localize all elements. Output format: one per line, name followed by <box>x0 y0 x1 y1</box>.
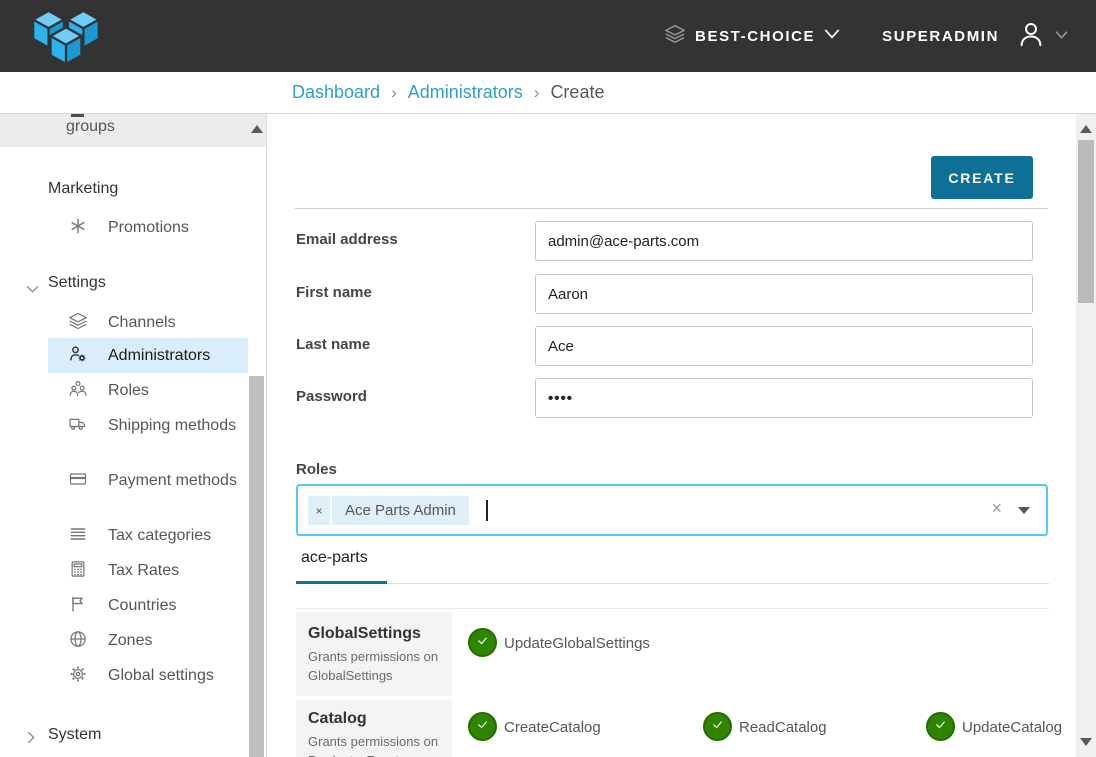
nav-section-system[interactable]: System <box>48 726 101 744</box>
role-chip-label: Ace Parts Admin <box>332 496 469 525</box>
nav-section-settings[interactable]: Settings <box>48 274 106 292</box>
first-name-field[interactable] <box>535 274 1033 314</box>
sidebar-item-customer-groups[interactable]: groups <box>0 114 266 147</box>
truck-icon <box>68 414 88 434</box>
role-chip: × Ace Parts Admin <box>308 496 469 525</box>
person-icon <box>1016 19 1046 54</box>
scrollbar-thumb[interactable] <box>1078 140 1094 303</box>
roles-select[interactable]: × Ace Parts Admin × <box>296 484 1048 536</box>
permissions-top-border <box>296 608 1049 609</box>
top-bar: BEST-CHOICE SUPERADMIN <box>0 0 1096 72</box>
chevron-down-icon <box>1055 27 1068 45</box>
nav-section-marketing: Marketing <box>48 180 118 198</box>
toggle-updateglobalsettings[interactable] <box>468 628 497 657</box>
first-name-label: First name <box>296 284 516 301</box>
sidebar-item-payment-methods[interactable]: Payment methods <box>48 463 248 498</box>
sidebar-item-countries[interactable]: Countries <box>48 588 248 623</box>
channel-switcher[interactable]: BEST-CHOICE <box>664 23 840 50</box>
credit-card-icon <box>68 469 88 489</box>
breadcrumb-dashboard[interactable]: Dashboard <box>292 82 380 103</box>
sidebar-item-roles[interactable]: Roles <box>48 373 248 408</box>
chevron-down-icon <box>824 27 840 45</box>
sidebar-item-tax-categories[interactable]: Tax categories <box>48 518 248 553</box>
sidebar-nav: groups Marketing Promotions Settings Cha… <box>0 114 267 757</box>
tab-baseline <box>296 583 1049 584</box>
sidebar-item-administrators[interactable]: Administrators <box>48 338 248 373</box>
toggle-createcatalog[interactable] <box>468 712 497 741</box>
check-icon <box>710 717 725 737</box>
permission-group-header: GlobalSettings Grants permissions on Glo… <box>296 612 452 696</box>
channel-name: BEST-CHOICE <box>695 28 815 45</box>
asterisk-icon <box>68 216 88 236</box>
main-scrollbar <box>1076 114 1096 757</box>
toggle-label: CreateCatalog <box>504 719 601 736</box>
calculator-icon <box>68 559 88 579</box>
roles-label: Roles <box>296 461 337 478</box>
sidebar-item-channels[interactable]: Channels <box>48 305 248 340</box>
check-icon <box>475 717 490 737</box>
toggle-label: UpdateGlobalSettings <box>504 635 650 652</box>
toggle-updatecatalog[interactable] <box>926 712 955 741</box>
sidebar-item-zones[interactable]: Zones <box>48 623 248 658</box>
clear-selection-icon[interactable]: × <box>991 498 1002 519</box>
toggle-label: ReadCatalog <box>739 719 827 736</box>
scroll-up-arrow[interactable] <box>1080 125 1092 133</box>
cog-icon <box>68 664 88 684</box>
globe-icon <box>68 629 88 649</box>
password-field[interactable] <box>535 378 1033 418</box>
email-field[interactable] <box>535 221 1033 261</box>
check-icon <box>933 717 948 737</box>
toggle-readcatalog[interactable] <box>703 712 732 741</box>
check-icon <box>475 633 490 653</box>
text-cursor <box>486 500 488 521</box>
user-name: SUPERADMIN <box>882 28 999 45</box>
breadcrumb-administrators[interactable]: Administrators <box>408 82 523 103</box>
list-icon <box>68 524 88 544</box>
last-name-label: Last name <box>296 336 516 353</box>
breadcrumb-separator: › <box>391 83 397 103</box>
sidebar-item-global-settings[interactable]: Global settings <box>48 658 248 693</box>
user-menu[interactable]: SUPERADMIN <box>882 19 1068 54</box>
chevron-right-icon <box>26 731 36 749</box>
sidebar-item-shipping-methods[interactable]: Shipping methods <box>48 408 248 443</box>
scrollbar-thumb[interactable] <box>249 376 264 757</box>
last-name-field[interactable] <box>535 326 1033 366</box>
dropdown-caret-icon[interactable] <box>1018 507 1030 514</box>
remove-chip-icon[interactable]: × <box>308 496 330 525</box>
users-icon <box>71 114 84 117</box>
flag-icon <box>68 594 88 614</box>
create-button[interactable]: CREATE <box>931 156 1033 199</box>
sidebar-item-promotions[interactable]: Promotions <box>48 210 248 245</box>
scroll-up-arrow[interactable] <box>251 125 263 133</box>
permission-row-globalsettings: GlobalSettings Grants permissions on Glo… <box>296 612 1048 696</box>
sidebar-scrollbar <box>248 114 266 757</box>
breadcrumb-separator: › <box>534 83 540 103</box>
permission-row-catalog: Catalog Grants permissions on Products, … <box>296 700 1048 757</box>
layers-icon <box>68 311 88 331</box>
breadcrumb-current: Create <box>550 82 604 103</box>
permission-group-header: Catalog Grants permissions on Products, … <box>296 700 452 757</box>
layers-icon <box>664 23 686 50</box>
chevron-down-icon <box>26 281 39 299</box>
header-divider <box>295 208 1048 209</box>
sidebar-item-tax-rates[interactable]: Tax Rates <box>48 553 248 588</box>
breadcrumb: Dashboard › Administrators › Create <box>0 72 1096 114</box>
tab-ace-parts[interactable]: ace-parts <box>301 549 368 567</box>
active-tab-underline <box>296 581 387 584</box>
users-icon <box>68 379 88 399</box>
toggle-label: UpdateCatalog <box>962 719 1062 736</box>
scroll-down-arrow[interactable] <box>1080 738 1092 746</box>
admin-user-icon <box>68 344 88 364</box>
email-label: Email address <box>296 231 516 248</box>
password-label: Password <box>296 388 516 405</box>
main-content: CREATE Email address First name Last nam… <box>268 114 1076 757</box>
app-logo[interactable] <box>28 8 104 71</box>
